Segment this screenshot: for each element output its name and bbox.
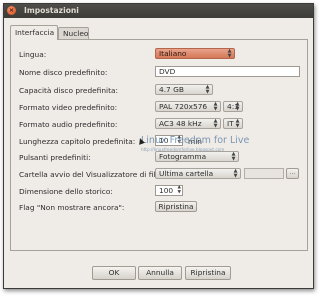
combo-arrow-icon: ▲ ▼ — [235, 101, 240, 112]
combo-arrow-icon: ▲ ▼ — [205, 84, 210, 95]
start-folder-label: Cartella avvio del Visualizzatore di fil… — [19, 170, 163, 179]
spin-arrows-icon[interactable]: ▲ ▼ — [178, 185, 181, 195]
watermark-url: http://linuxfreedomforlive.blogspot.com — [141, 147, 225, 152]
video-format-label: Formato video predefinito: — [19, 103, 118, 112]
disc-capacity-value: 4.7 GB — [159, 85, 184, 94]
start-folder-path — [244, 168, 284, 179]
combo-arrow-icon: ▲ ▼ — [233, 168, 238, 179]
reset-flags-button[interactable]: Ripristina — [155, 201, 197, 212]
close-icon[interactable]: × — [7, 6, 16, 15]
default-buttons-value: Fotogramma — [159, 152, 207, 161]
cancel-button[interactable]: Annulla — [138, 266, 182, 280]
watermark-title: Linux Freedom for Live — [141, 135, 250, 146]
reset-button[interactable]: Ripristina — [185, 266, 231, 280]
history-size-spinner[interactable]: 100 ▲ ▼ — [155, 185, 183, 196]
audio-language-combo[interactable]: IT ▲ ▼ — [223, 118, 243, 129]
audio-language-value: IT — [227, 119, 234, 128]
dont-show-again-label: Flag "Non mostrare ancora": — [19, 203, 125, 212]
preferences-dialog: × Impostazioni Interfaccia Nucleo Lingua… — [3, 3, 314, 289]
start-folder-value: Ultima cartella — [159, 169, 214, 178]
combo-arrow-icon: ▲ ▼ — [231, 151, 236, 162]
window-title: Impostazioni — [24, 6, 79, 15]
audio-format-label: Formato audio predefinito: — [19, 120, 118, 129]
audio-format-value: AC3 48 kHz — [159, 119, 202, 128]
default-buttons-label: Pulsanti predefiniti: — [19, 153, 91, 162]
disc-capacity-combo[interactable]: 4.7 GB ▲ ▼ — [155, 84, 213, 95]
disc-capacity-label: Capacità disco predefinita: — [19, 86, 118, 95]
combo-arrow-icon: ▲ ▼ — [213, 101, 218, 112]
combo-arrow-icon: ▲ ▼ — [227, 48, 232, 59]
audio-format-combo[interactable]: AC3 48 kHz ▲ ▼ — [155, 118, 221, 129]
language-label: Lingua: — [19, 50, 47, 59]
tab-nucleo[interactable]: Nucleo — [58, 27, 89, 39]
disc-name-input[interactable]: DVD — [155, 66, 300, 77]
combo-arrow-icon: ▲ ▼ — [213, 118, 218, 129]
combo-arrow-icon: ▲ ▼ — [235, 118, 240, 129]
tab-interfaccia[interactable]: Interfaccia — [10, 25, 58, 40]
aspect-ratio-combo[interactable]: 4:3 ▲ ▼ — [223, 101, 243, 112]
language-value: Italiano — [159, 49, 187, 58]
title-bar[interactable]: × Impostazioni — [4, 4, 313, 18]
start-folder-combo[interactable]: Ultima cartella ▲ ▼ — [155, 168, 241, 179]
video-format-value: PAL 720x576 — [159, 102, 208, 111]
history-size-label: Dimensione dello storico: — [19, 187, 113, 196]
video-format-combo[interactable]: PAL 720x576 ▲ ▼ — [155, 101, 221, 112]
folder-browse-icon[interactable]: … — [286, 168, 299, 179]
ok-button[interactable]: OK — [92, 266, 136, 280]
chapter-length-label: Lunghezza capitolo predefinita: — [19, 137, 136, 146]
default-buttons-combo[interactable]: Fotogramma ▲ ▼ — [155, 151, 239, 162]
history-size-value: 100 — [159, 186, 174, 195]
disc-name-label: Nome disco predefinito: — [19, 68, 108, 77]
language-combo[interactable]: Italiano ▲ ▼ — [155, 48, 235, 59]
